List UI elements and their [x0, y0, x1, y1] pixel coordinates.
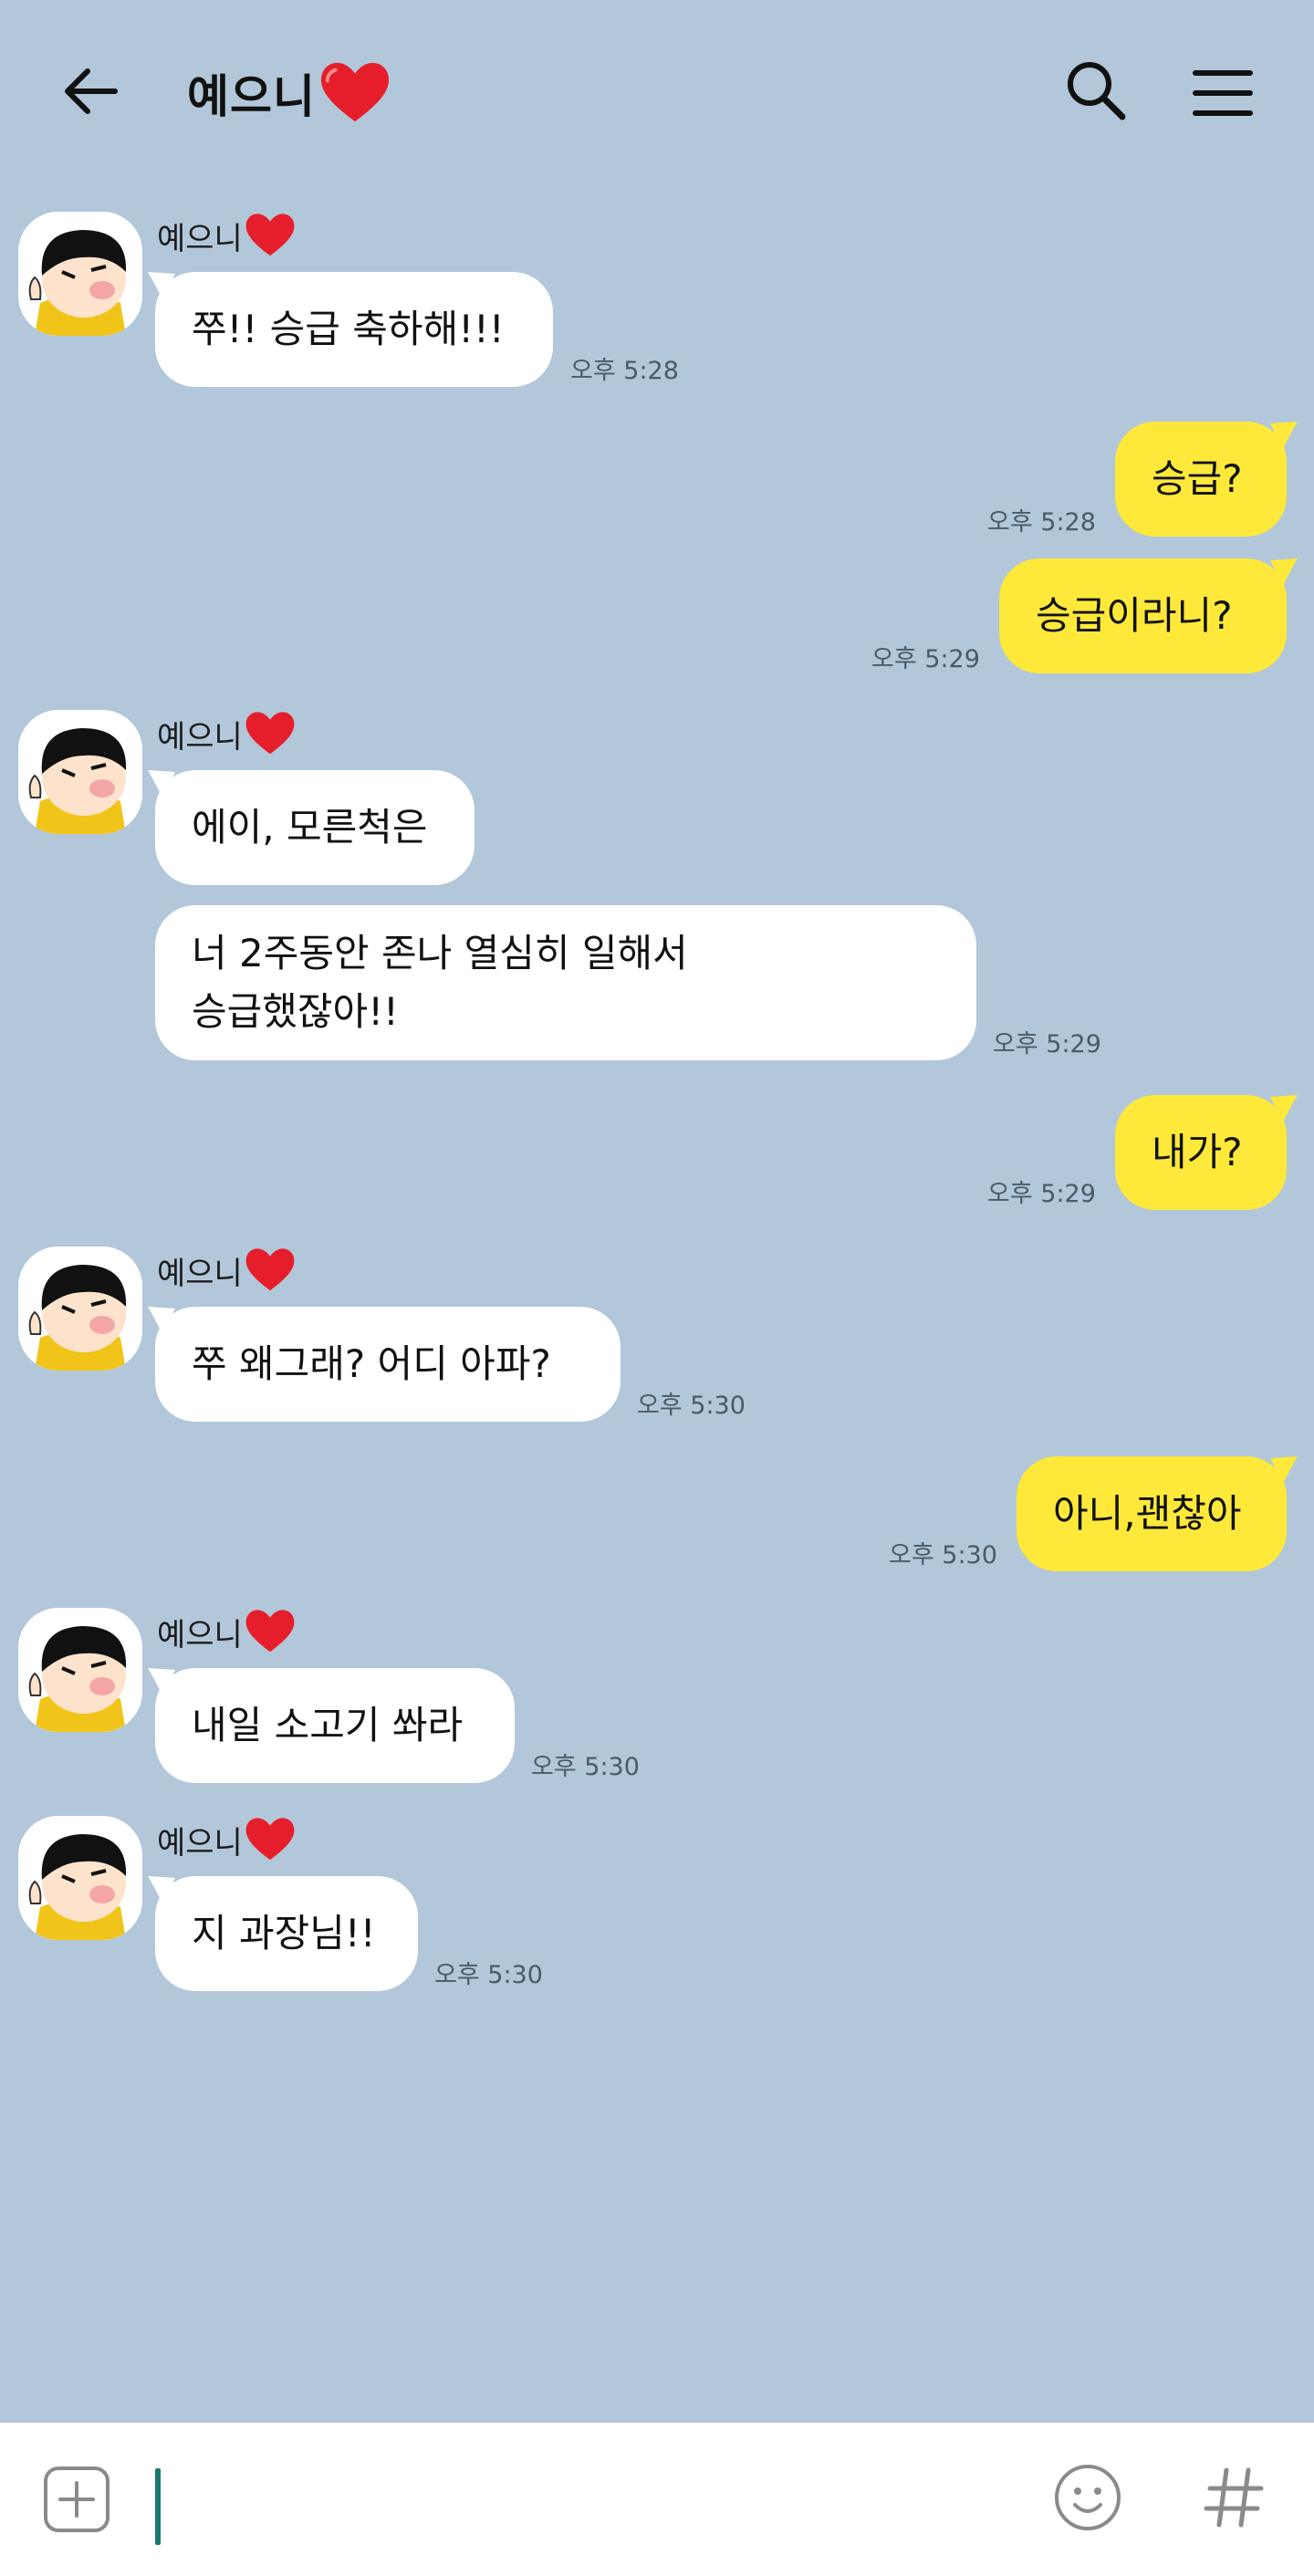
- message-time: 오후 5:30: [531, 1753, 640, 1781]
- sender-name: 예으니: [157, 1245, 296, 1296]
- hashtag-icon: [1204, 2467, 1264, 2528]
- message-bubble[interactable]: 아니,괜찮아: [1017, 1456, 1287, 1571]
- message-bubble[interactable]: 내가?: [1115, 1095, 1287, 1210]
- page-title: 예으니: [187, 70, 316, 123]
- message-list[interactable]: 예으니 쭈!! 승급 축하해!!! 오후 5:28 승급? 오후 5:28 승급…: [0, 183, 1314, 2423]
- heart-icon: [245, 1610, 295, 1653]
- back-button[interactable]: [55, 57, 128, 130]
- emoji-smile-icon: [1055, 2465, 1121, 2530]
- profile-character-icon: [18, 1246, 142, 1371]
- plus-square-icon: [44, 2466, 110, 2532]
- chat-screen: 예으니 예으니 쭈!! 승급 축하해!!! 오후 5:28 승급? 오후 5:2…: [0, 0, 1314, 2576]
- emoji-button[interactable]: [1049, 2459, 1126, 2536]
- message-input[interactable]: [155, 2468, 161, 2545]
- chat-title: 예으니: [187, 57, 391, 130]
- search-icon: [1068, 62, 1126, 120]
- sender-name: 예으니: [157, 1814, 296, 1865]
- message-time: 오후 5:28: [987, 508, 1096, 537]
- attach-button[interactable]: [40, 2463, 113, 2536]
- search-button[interactable]: [1058, 53, 1135, 130]
- sender-name: 예으니: [157, 210, 296, 261]
- heart-icon: [245, 1248, 295, 1291]
- profile-character-icon: [18, 710, 142, 834]
- arrow-left-icon: [65, 68, 118, 114]
- message-time: 오후 5:28: [570, 357, 679, 385]
- heart-icon: [245, 1818, 295, 1861]
- profile-character-icon: [18, 1816, 142, 1940]
- message-input-bar: [0, 2423, 1314, 2576]
- hamburger-menu-icon: [1193, 70, 1253, 116]
- message-time: 오후 5:30: [889, 1541, 997, 1570]
- avatar[interactable]: [18, 710, 142, 834]
- sender-name: 예으니: [157, 1606, 296, 1657]
- message-time: 오후 5:30: [637, 1392, 746, 1420]
- avatar[interactable]: [18, 1816, 142, 1940]
- message-bubble[interactable]: 쭈 왜그래? 어디 아파?: [155, 1307, 620, 1422]
- message-time: 오후 5:29: [871, 645, 980, 673]
- message-bubble[interactable]: 승급이라니?: [999, 558, 1287, 673]
- heart-icon: [245, 214, 295, 256]
- sender-name: 예으니: [157, 708, 296, 759]
- message-bubble[interactable]: 에이, 모른척은: [155, 770, 474, 885]
- menu-button[interactable]: [1186, 57, 1259, 130]
- avatar[interactable]: [18, 1246, 142, 1371]
- avatar[interactable]: [18, 212, 142, 336]
- message-bubble[interactable]: 쭈!! 승급 축하해!!!: [155, 272, 553, 387]
- profile-character-icon: [18, 1608, 142, 1732]
- heart-icon: [320, 62, 390, 122]
- message-bubble[interactable]: 지 과장님!!: [155, 1876, 418, 1991]
- heart-icon: [245, 712, 295, 755]
- message-bubble[interactable]: 너 2주동안 존나 열심히 일해서 승급했잖아!!: [155, 905, 976, 1060]
- avatar[interactable]: [18, 1608, 142, 1732]
- message-time: 오후 5:29: [987, 1180, 1096, 1208]
- message-time: 오후 5:29: [993, 1030, 1101, 1059]
- message-time: 오후 5:30: [434, 1961, 543, 1989]
- chat-header: 예으니: [0, 0, 1314, 183]
- message-bubble[interactable]: 내일 소고기 쏴라: [155, 1668, 515, 1783]
- profile-character-icon: [18, 212, 142, 336]
- message-bubble[interactable]: 승급?: [1115, 422, 1287, 537]
- hashtag-button[interactable]: [1195, 2459, 1272, 2536]
